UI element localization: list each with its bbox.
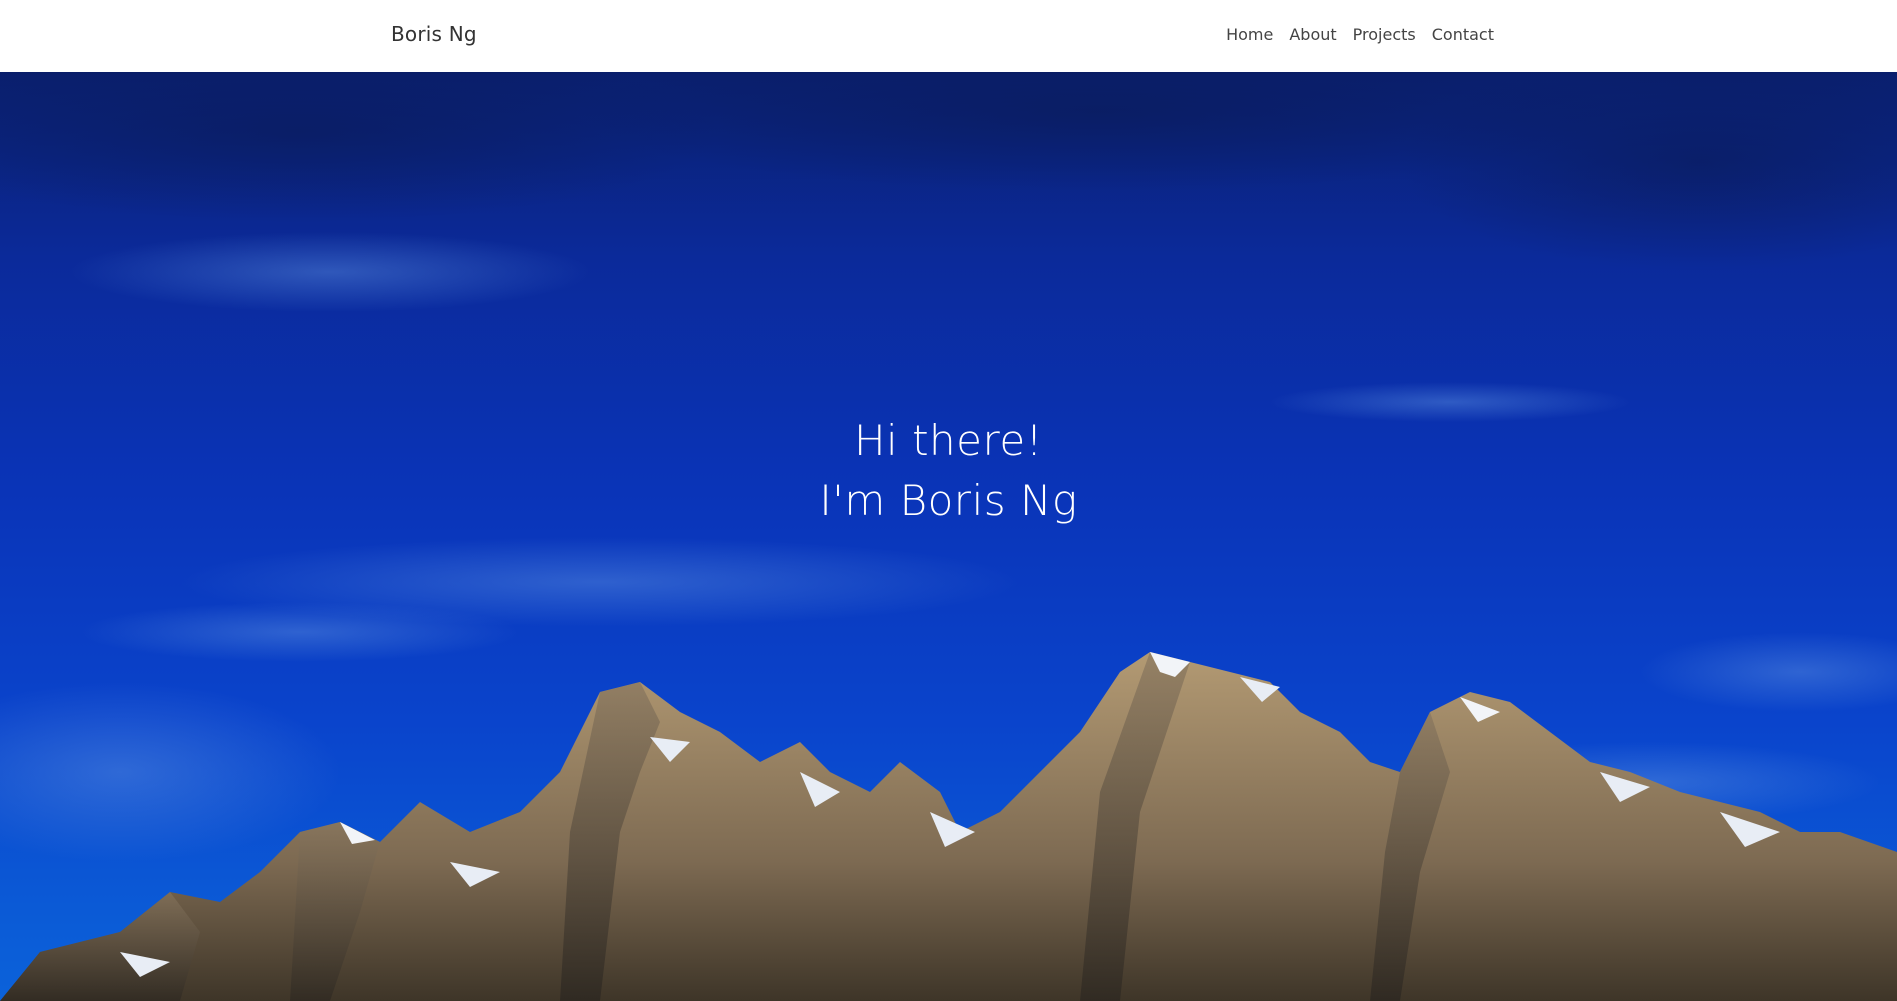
nav-link-projects[interactable]: Projects [1353,25,1416,44]
hero-section: Hi there! I'm Boris Ng [0,72,1897,1001]
nav-menu: Home About Projects Contact [1226,25,1494,44]
nav-link-about[interactable]: About [1289,25,1336,44]
hero-name: I'm Boris Ng [819,476,1078,525]
brand-link[interactable]: Boris Ng [391,22,477,46]
nav-link-contact[interactable]: Contact [1432,25,1494,44]
nav-link-home[interactable]: Home [1226,25,1273,44]
hero-greeting: Hi there! [853,416,1044,465]
top-navbar: Boris Ng Home About Projects Contact [0,0,1897,72]
hero-background-image [0,72,1897,1001]
